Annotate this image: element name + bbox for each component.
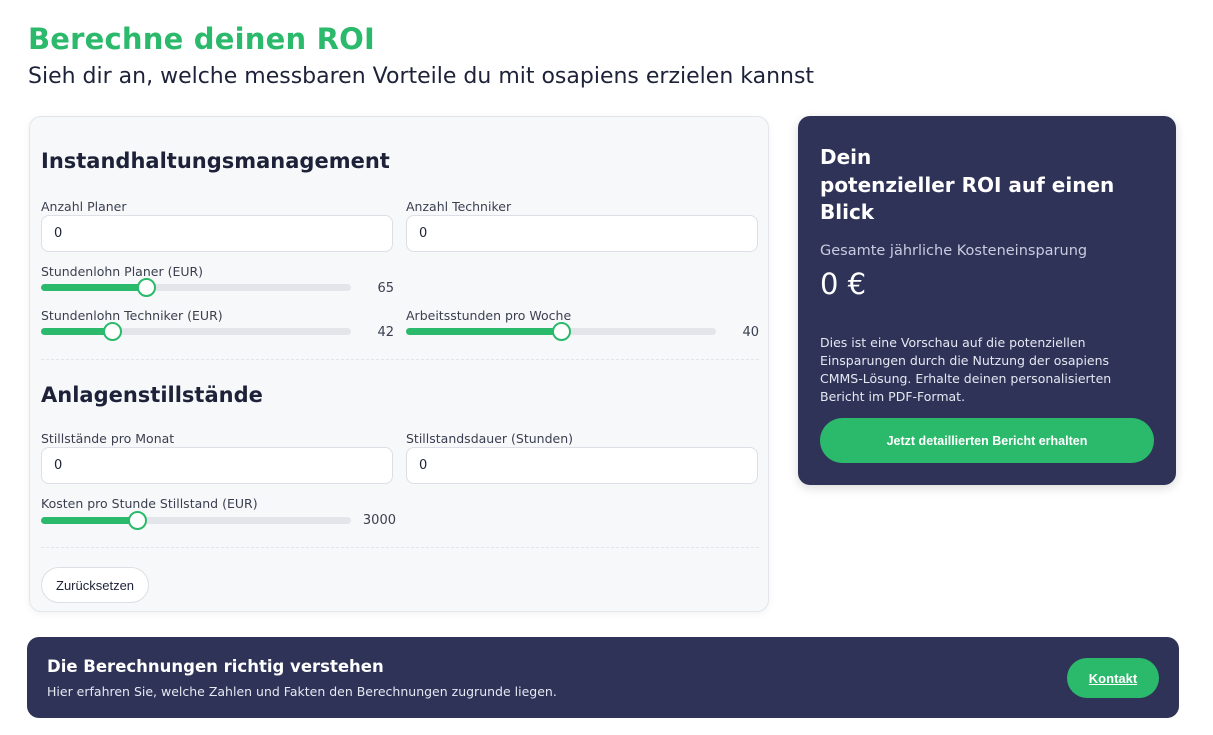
hours-per-week-label: Arbeitsstunden pro Woche xyxy=(406,308,572,323)
planners-label: Anzahl Planer xyxy=(41,199,127,214)
slider-fill xyxy=(41,328,113,335)
downtime-per-month-input[interactable] xyxy=(41,447,393,484)
roi-summary-card: Dein potenzieller ROI auf einen Blick Ge… xyxy=(798,116,1176,485)
downtime-cost-value: 3000 xyxy=(362,513,396,528)
reset-button[interactable]: Zurücksetzen xyxy=(41,567,150,603)
roi-title: Dein potenzieller ROI auf einen Blick xyxy=(820,145,1115,224)
slider-thumb[interactable] xyxy=(103,322,123,341)
technician-rate-value: 42 xyxy=(377,325,394,340)
technicians-label: Anzahl Techniker xyxy=(406,199,512,214)
slider-fill xyxy=(41,284,147,291)
technicians-input[interactable] xyxy=(406,215,758,252)
planners-input[interactable] xyxy=(41,215,393,252)
downtime-duration-label: Stillstandsdauer (Stunden) xyxy=(406,431,573,446)
savings-label: Gesamte jährliche Kosteneinsparung xyxy=(820,243,1088,259)
info-banner: Die Berechnungen richtig verstehen Hier … xyxy=(27,637,1179,718)
roi-description: Dies ist eine Vorschau auf die potenziel… xyxy=(820,335,1112,404)
technician-rate-slider[interactable] xyxy=(41,322,351,342)
slider-thumb[interactable] xyxy=(128,511,148,530)
section-divider xyxy=(41,547,759,548)
section-title-maintenance: Instandhaltungsmanagement xyxy=(41,149,390,173)
roi-form-card: Instandhaltungsmanagement Anzahl Planer … xyxy=(29,116,769,612)
downtime-cost-slider[interactable] xyxy=(41,511,351,531)
planner-rate-label: Stundenlohn Planer (EUR) xyxy=(41,264,204,279)
page-title: Berechne deinen ROI xyxy=(28,22,375,56)
section-title-downtime: Anlagenstillstände xyxy=(41,383,263,407)
slider-fill xyxy=(41,517,138,524)
slider-fill xyxy=(406,328,561,335)
downtime-cost-label: Kosten pro Stunde Stillstand (EUR) xyxy=(41,496,258,511)
page-subtitle: Sieh dir an, welche messbaren Vorteile d… xyxy=(28,64,815,89)
savings-value: 0 € xyxy=(820,267,867,301)
planner-rate-value: 65 xyxy=(377,281,394,296)
technician-rate-label: Stundenlohn Techniker (EUR) xyxy=(41,308,223,323)
downtime-duration-input[interactable] xyxy=(406,447,758,484)
slider-thumb[interactable] xyxy=(552,322,571,341)
hours-per-week-value: 40 xyxy=(742,325,759,340)
banner-title: Die Berechnungen richtig verstehen xyxy=(47,657,384,676)
hours-per-week-slider[interactable] xyxy=(406,322,716,342)
banner-subtitle: Hier erfahren Sie, welche Zahlen und Fak… xyxy=(47,684,557,699)
get-report-button[interactable]: Jetzt detaillierten Bericht erhalten xyxy=(820,418,1154,463)
planner-rate-slider[interactable] xyxy=(41,278,351,298)
section-divider xyxy=(41,359,759,360)
contact-button[interactable]: Kontakt xyxy=(1067,658,1159,698)
downtime-per-month-label: Stillstände pro Monat xyxy=(41,431,175,446)
slider-thumb[interactable] xyxy=(137,278,157,297)
